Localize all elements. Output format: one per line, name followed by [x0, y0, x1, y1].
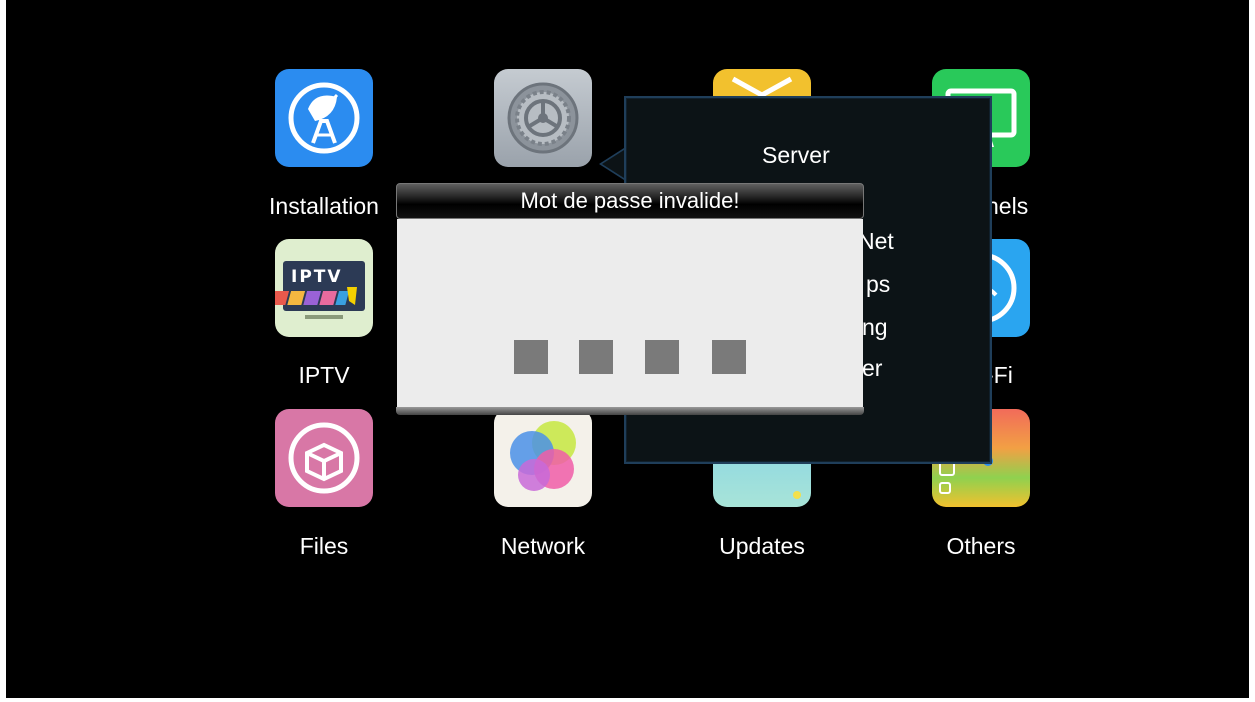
app-installation[interactable] — [275, 69, 373, 167]
circles-icon — [510, 421, 576, 491]
app-updates-label: Updates — [719, 533, 805, 559]
dialog-title: Mot de passe invalide! — [396, 183, 864, 219]
app-iptv[interactable]: IPTV — [275, 239, 373, 337]
app-system[interactable] — [494, 69, 592, 167]
submenu-item-er[interactable]: er — [862, 355, 882, 382]
submenu-pointer — [602, 150, 624, 178]
dialog-bottom-bar — [396, 407, 864, 415]
submenu-item-server[interactable]: Server — [762, 142, 830, 169]
app-files-label: Files — [299, 533, 349, 559]
pin-digit-4[interactable] — [712, 340, 746, 374]
iptv-tv-icon — [275, 261, 365, 319]
password-dialog: Mot de passe invalide! — [396, 183, 864, 416]
app-files[interactable] — [275, 409, 373, 507]
app-network-label: Network — [500, 533, 586, 559]
dialog-body — [397, 219, 863, 408]
iptv-badge-text: IPTV — [291, 267, 343, 287]
app-others-label: Others — [946, 533, 1016, 559]
tv-screen: Installation nels IPTV IPTV -Fi Files Ne… — [6, 0, 1249, 698]
submenu-item-ps[interactable]: ps — [866, 271, 890, 298]
package-box-icon — [288, 422, 360, 494]
submenu-item-ng[interactable]: ng — [862, 314, 888, 341]
pin-digit-2[interactable] — [579, 340, 613, 374]
gear-icon — [507, 82, 579, 154]
app-installation-label: Installation — [269, 193, 379, 219]
pin-digit-3[interactable] — [645, 340, 679, 374]
satellite-dish-icon — [288, 82, 360, 154]
app-iptv-label: IPTV — [298, 362, 350, 388]
app-network[interactable] — [494, 409, 592, 507]
pin-digit-1[interactable] — [514, 340, 548, 374]
